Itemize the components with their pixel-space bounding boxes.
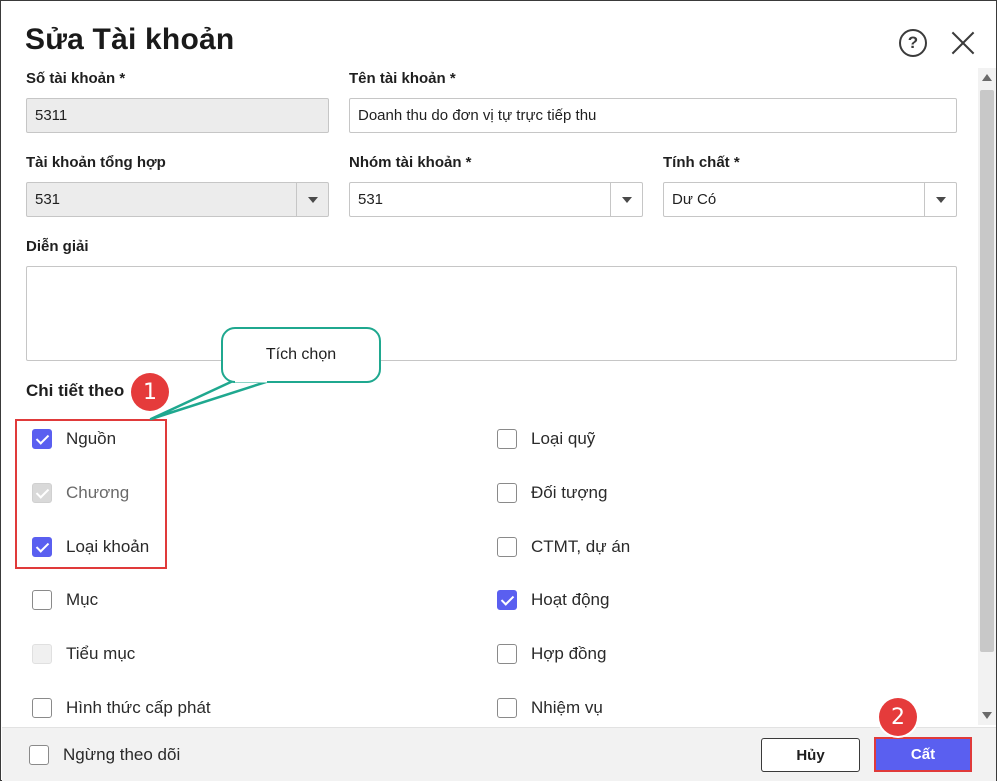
checkbox-label: Mục [66,590,99,609]
step-badge-1: 1 [131,373,169,411]
account-no-field[interactable]: 5311 [26,98,329,133]
save-button[interactable]: Cất [874,737,972,772]
account-name-value: Doanh thu do đơn vị tự trực tiếp thu [358,107,597,124]
checkbox-tieu-muc: Tiểu mục [32,644,135,664]
checkbox-box[interactable] [497,698,517,718]
cancel-button[interactable]: Hủy [761,738,860,772]
checkbox-label: Loại quỹ [531,429,596,448]
account-no-value: 5311 [35,107,68,124]
scroll-down-icon[interactable] [982,712,992,719]
checkbox-box[interactable] [497,483,517,503]
checkbox-muc[interactable]: Mục [32,590,98,610]
edit-account-dialog: Sửa Tài khoản ? Số tài khoản * 5311 Tên … [0,0,997,781]
callout-bubble: Tích chọn [221,327,381,383]
account-name-label: Tên tài khoản * [349,70,456,87]
account-name-field[interactable]: Doanh thu do đơn vị tự trực tiếp thu [349,98,957,133]
scroll-thumb[interactable] [980,90,994,652]
checkbox-label: Hợp đồng [531,644,607,663]
checkbox-doi-tuong[interactable]: Đối tượng [497,483,607,503]
chevron-down-icon[interactable] [296,183,328,216]
checkbox-box [32,644,52,664]
checkbox-label: Nhiệm vụ [531,698,603,717]
nature-select[interactable]: Dư Có [663,182,957,217]
checkbox-hoat-dong[interactable]: Hoạt động [497,590,609,610]
nature-value: Dư Có [672,191,717,208]
checkbox-box[interactable] [29,745,49,765]
group-value: 531 [358,191,384,208]
parent-account-value: 531 [35,191,61,208]
checkbox-hop-dong[interactable]: Hợp đồng [497,644,606,664]
help-icon[interactable]: ? [899,29,927,57]
highlight-box [15,419,167,569]
scroll-up-icon[interactable] [982,74,992,81]
checkbox-label: Ngừng theo dõi [63,745,181,764]
checkbox-hinh-thuc-cap-phat[interactable]: Hình thức cấp phát [32,698,211,718]
group-select[interactable]: 531 [349,182,643,217]
checkbox-label: Tiểu mục [66,644,136,663]
parent-account-select[interactable]: 531 [26,182,329,217]
description-textarea[interactable] [26,266,957,361]
nature-label: Tính chất * [663,154,740,171]
step-badge-2: 2 [879,698,917,736]
chevron-down-icon[interactable] [924,183,956,216]
details-section-title: Chi tiết theo [26,381,125,400]
checkbox-box[interactable] [497,537,517,557]
checkbox-label: CTMT, dự án [531,537,631,556]
checkbox-nhiem-vu[interactable]: Nhiệm vụ [497,698,603,718]
group-label: Nhóm tài khoản * [349,154,472,171]
chevron-down-icon[interactable] [610,183,642,216]
checkbox-box[interactable] [497,590,517,610]
close-icon[interactable] [949,29,977,57]
checkbox-loai-quy[interactable]: Loại quỹ [497,429,595,449]
checkbox-label: Đối tượng [531,483,608,502]
checkbox-box[interactable] [32,590,52,610]
vertical-scrollbar[interactable] [978,68,996,725]
parent-account-label: Tài khoản tổng hợp [26,154,166,171]
checkbox-box[interactable] [497,429,517,449]
dialog-title: Sửa Tài khoản [25,23,235,56]
checkbox-label: Hoạt động [531,590,610,609]
checkbox-box[interactable] [497,644,517,664]
checkbox-box[interactable] [32,698,52,718]
checkbox-ctmt-du-an[interactable]: CTMT, dự án [497,537,630,557]
checkbox-stop-tracking[interactable]: Ngừng theo dõi [29,745,180,765]
checkbox-label: Hình thức cấp phát [66,698,211,717]
description-label: Diễn giải [26,238,89,255]
account-no-label: Số tài khoản * [26,70,126,87]
